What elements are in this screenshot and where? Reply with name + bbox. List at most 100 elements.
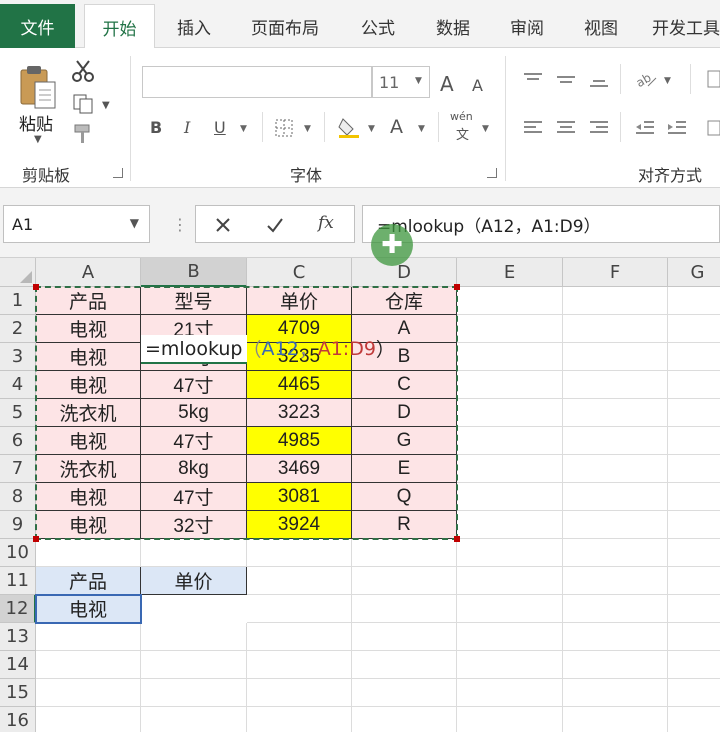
table-cell[interactable]: [668, 371, 720, 399]
tab-review[interactable]: 审阅: [499, 4, 555, 48]
table-cell[interactable]: 洗衣机: [36, 455, 141, 483]
table-cell[interactable]: [247, 679, 352, 707]
tab-page-layout[interactable]: 页面布局: [240, 4, 330, 48]
table-cell[interactable]: [563, 623, 668, 651]
tab-file[interactable]: 文件: [0, 4, 75, 48]
table-cell[interactable]: [36, 707, 141, 732]
table-cell[interactable]: [352, 679, 457, 707]
table-cell[interactable]: [352, 651, 457, 679]
tab-view[interactable]: 视图: [573, 4, 629, 48]
orientation-icon[interactable]: ab: [632, 66, 660, 92]
font-shrink-icon[interactable]: A: [472, 76, 483, 95]
table-cell[interactable]: [563, 679, 668, 707]
phonetic-dropdown-icon[interactable]: ▼: [482, 124, 489, 134]
table-cell[interactable]: [141, 679, 247, 707]
row-header-3[interactable]: 3: [0, 343, 36, 371]
table-cell[interactable]: 3924: [247, 511, 352, 539]
align-middle-icon[interactable]: [553, 68, 579, 92]
table-cell[interactable]: [457, 539, 563, 567]
row-header-6[interactable]: 6: [0, 427, 36, 455]
row-header-7[interactable]: 7: [0, 455, 36, 483]
table-cell[interactable]: [141, 539, 247, 567]
table-cell[interactable]: [563, 315, 668, 343]
table-cell[interactable]: [563, 399, 668, 427]
table-cell[interactable]: E: [352, 455, 457, 483]
table-cell[interactable]: [457, 567, 563, 595]
cut-icon[interactable]: [70, 58, 96, 84]
underline-dropdown-icon[interactable]: ▼: [240, 124, 247, 134]
row-header-11[interactable]: 11: [0, 567, 36, 595]
table-cell[interactable]: 8kg: [141, 455, 247, 483]
select-all-icon[interactable]: [0, 258, 36, 287]
table-cell[interactable]: [563, 343, 668, 371]
borders-icon[interactable]: [272, 116, 296, 140]
font-name-select[interactable]: [142, 66, 372, 98]
table-cell[interactable]: [668, 399, 720, 427]
table-cell[interactable]: [457, 623, 563, 651]
table-cell[interactable]: [457, 651, 563, 679]
table-cell[interactable]: D: [352, 399, 457, 427]
table-cell[interactable]: 5kg: [141, 399, 247, 427]
align-bottom-icon[interactable]: [586, 68, 612, 92]
increase-indent-icon[interactable]: [664, 116, 690, 140]
name-box-dropdown-icon[interactable]: ▼: [130, 216, 139, 230]
column-header-d[interactable]: D: [352, 258, 457, 287]
table-cell[interactable]: [457, 399, 563, 427]
row-header-8[interactable]: 8: [0, 483, 36, 511]
table-cell[interactable]: [352, 623, 457, 651]
orientation-dropdown-icon[interactable]: ▼: [664, 76, 671, 86]
phonetic-icon[interactable]: wén: [450, 110, 473, 123]
table-cell[interactable]: 3223: [247, 399, 352, 427]
row-header-2[interactable]: 2: [0, 315, 36, 343]
cancel-icon[interactable]: [210, 212, 236, 238]
table-cell[interactable]: [247, 651, 352, 679]
formula-input[interactable]: =mlookup（A12，A1:D9）: [362, 205, 720, 243]
table-cell[interactable]: Q: [352, 483, 457, 511]
table-cell[interactable]: [563, 371, 668, 399]
table-cell[interactable]: [563, 427, 668, 455]
column-header-g[interactable]: G: [668, 258, 720, 287]
table-header-cell[interactable]: 单价: [247, 287, 352, 315]
tab-formulas[interactable]: 公式: [350, 4, 406, 48]
table-cell[interactable]: 4985: [247, 427, 352, 455]
table-cell[interactable]: [352, 567, 457, 595]
table-cell[interactable]: [563, 511, 668, 539]
fill-color-icon[interactable]: [336, 114, 362, 140]
column-header-a[interactable]: A: [36, 258, 141, 287]
table-cell[interactable]: [457, 343, 563, 371]
column-header-b[interactable]: B: [141, 258, 247, 287]
row-header-13[interactable]: 13: [0, 623, 36, 651]
table-cell[interactable]: [563, 651, 668, 679]
row-header-15[interactable]: 15: [0, 679, 36, 707]
table-cell[interactable]: [457, 511, 563, 539]
table-cell[interactable]: [141, 707, 247, 732]
fx-icon[interactable]: fx: [318, 213, 334, 233]
table-cell[interactable]: [457, 483, 563, 511]
table-cell[interactable]: 3081: [247, 483, 352, 511]
splitter-icon[interactable]: ⋮: [172, 215, 188, 234]
table-cell[interactable]: [668, 679, 720, 707]
tab-insert[interactable]: 插入: [164, 4, 224, 48]
table-cell[interactable]: [668, 595, 720, 623]
table-cell[interactable]: 47寸: [141, 427, 247, 455]
table-cell[interactable]: [457, 595, 563, 623]
range-handle[interactable]: [454, 284, 460, 290]
table-cell[interactable]: 47寸: [141, 371, 247, 399]
table-cell[interactable]: G: [352, 427, 457, 455]
table-cell[interactable]: 电视: [36, 371, 141, 399]
table-cell[interactable]: 电视: [36, 427, 141, 455]
fill-color-dropdown-icon[interactable]: ▼: [368, 124, 375, 134]
enter-icon[interactable]: [262, 212, 288, 238]
table-cell[interactable]: [247, 567, 352, 595]
table-cell[interactable]: [352, 595, 457, 623]
borders-dropdown-icon[interactable]: ▼: [304, 124, 311, 134]
copy-icon[interactable]: [70, 92, 96, 116]
table-header-cell[interactable]: 仓库: [352, 287, 457, 315]
table-cell[interactable]: C: [352, 371, 457, 399]
tab-developer[interactable]: 开发工具: [652, 4, 720, 48]
table-cell[interactable]: [457, 679, 563, 707]
table-cell[interactable]: [563, 567, 668, 595]
table-cell[interactable]: [457, 427, 563, 455]
align-right-icon[interactable]: [586, 116, 612, 140]
table-cell[interactable]: [36, 623, 141, 651]
